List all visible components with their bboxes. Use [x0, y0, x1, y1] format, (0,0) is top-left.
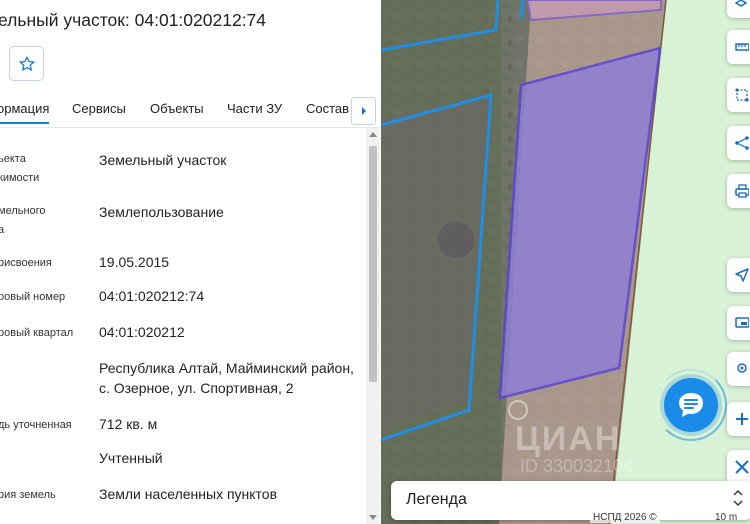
- scroll-down-arrow-icon[interactable]: [369, 515, 377, 520]
- tab-parts[interactable]: Части ЗУ: [227, 101, 282, 116]
- attr-value: 712 кв. м: [99, 416, 158, 432]
- watermark-id-text: ID 330032104: [520, 456, 634, 476]
- attr-value: Земли населенных пунктов: [99, 486, 278, 502]
- ruler-tool-button[interactable]: [727, 30, 750, 64]
- map-scale: 10 m: [715, 512, 738, 523]
- zoom-in-icon: [736, 413, 748, 425]
- map-attribution: НСПД 2026 ©: [590, 512, 660, 523]
- chat-button[interactable]: [664, 378, 718, 432]
- page-title: ельный участок: 04:01:020212:74: [0, 10, 267, 30]
- attr-label: ровый номер: [0, 291, 66, 303]
- share-tool-button[interactable]: [727, 126, 750, 160]
- legend-chevron-icon: [733, 489, 743, 509]
- zoom-out-button[interactable]: [727, 450, 750, 484]
- star-icon: [18, 55, 35, 71]
- map-view[interactable]: ЦИАН ID 330032104: [381, 0, 750, 524]
- tab-services[interactable]: Сервисы: [72, 101, 126, 116]
- attr-value: Землепользование: [99, 204, 224, 220]
- tab-information[interactable]: ормация: [0, 101, 50, 124]
- attr-label: рисвоения: [0, 257, 52, 269]
- attr-value: Учтенный: [99, 450, 163, 466]
- tab-objects[interactable]: Объекты: [150, 101, 204, 116]
- attr-value: Земельный участок: [99, 152, 227, 168]
- attr-value: Республика Алтай, Майминский район, с. О…: [99, 360, 354, 396]
- locate-icon: [735, 268, 749, 282]
- pin-icon: [737, 363, 747, 373]
- zoom-in-button[interactable]: [727, 402, 750, 436]
- print-tool-button[interactable]: [727, 174, 750, 208]
- area-measure-tool-button[interactable]: [727, 78, 750, 112]
- print-icon: [735, 184, 749, 198]
- locate-tool-button[interactable]: [727, 258, 750, 292]
- attr-label: ьекта кимости: [0, 153, 40, 184]
- attr-value: 04:01:020212: [99, 324, 185, 340]
- legend-select[interactable]: Легенда: [391, 481, 750, 520]
- attr-label: ровый квартал: [0, 327, 74, 339]
- ruler-icon: [735, 43, 749, 51]
- area-measure-icon: [735, 88, 749, 102]
- chat-icon: [679, 393, 703, 417]
- tab-bar: ормация Сервисы Объекты Части ЗУ Состав: [0, 94, 381, 128]
- attr-value: 04:01:020212:74: [99, 288, 205, 304]
- layers-tool-button[interactable]: [727, 0, 750, 18]
- chevron-right-icon: [361, 107, 366, 115]
- watermark-text: ЦИАН: [515, 420, 622, 458]
- info-panel: ельный участок: 04:01:020212:74 ормация …: [0, 0, 381, 524]
- attribute-list: ьекта кимости Земельный участок мельного…: [0, 128, 366, 524]
- panel-scrollbar[interactable]: [366, 128, 380, 524]
- screen-icon: [735, 317, 749, 328]
- layers-icon: [735, 0, 747, 7]
- zoom-out-icon: [735, 460, 749, 474]
- attr-label: мельного а: [0, 205, 46, 236]
- attr-value: 19.05.2015: [99, 254, 170, 270]
- screen-tool-button[interactable]: [727, 306, 750, 340]
- pin-tool-button[interactable]: [727, 352, 750, 386]
- favorite-button[interactable]: [9, 46, 44, 81]
- attr-label: дь уточненная: [0, 419, 72, 431]
- tab-composition[interactable]: Состав: [306, 101, 349, 116]
- tabs-scroll-right-button[interactable]: [351, 97, 376, 125]
- attr-label: рия земель: [0, 489, 56, 501]
- legend-label: Легенда: [406, 491, 467, 508]
- share-icon: [735, 136, 749, 150]
- scroll-thumb[interactable]: [369, 146, 377, 382]
- scroll-up-arrow-icon[interactable]: [369, 132, 377, 137]
